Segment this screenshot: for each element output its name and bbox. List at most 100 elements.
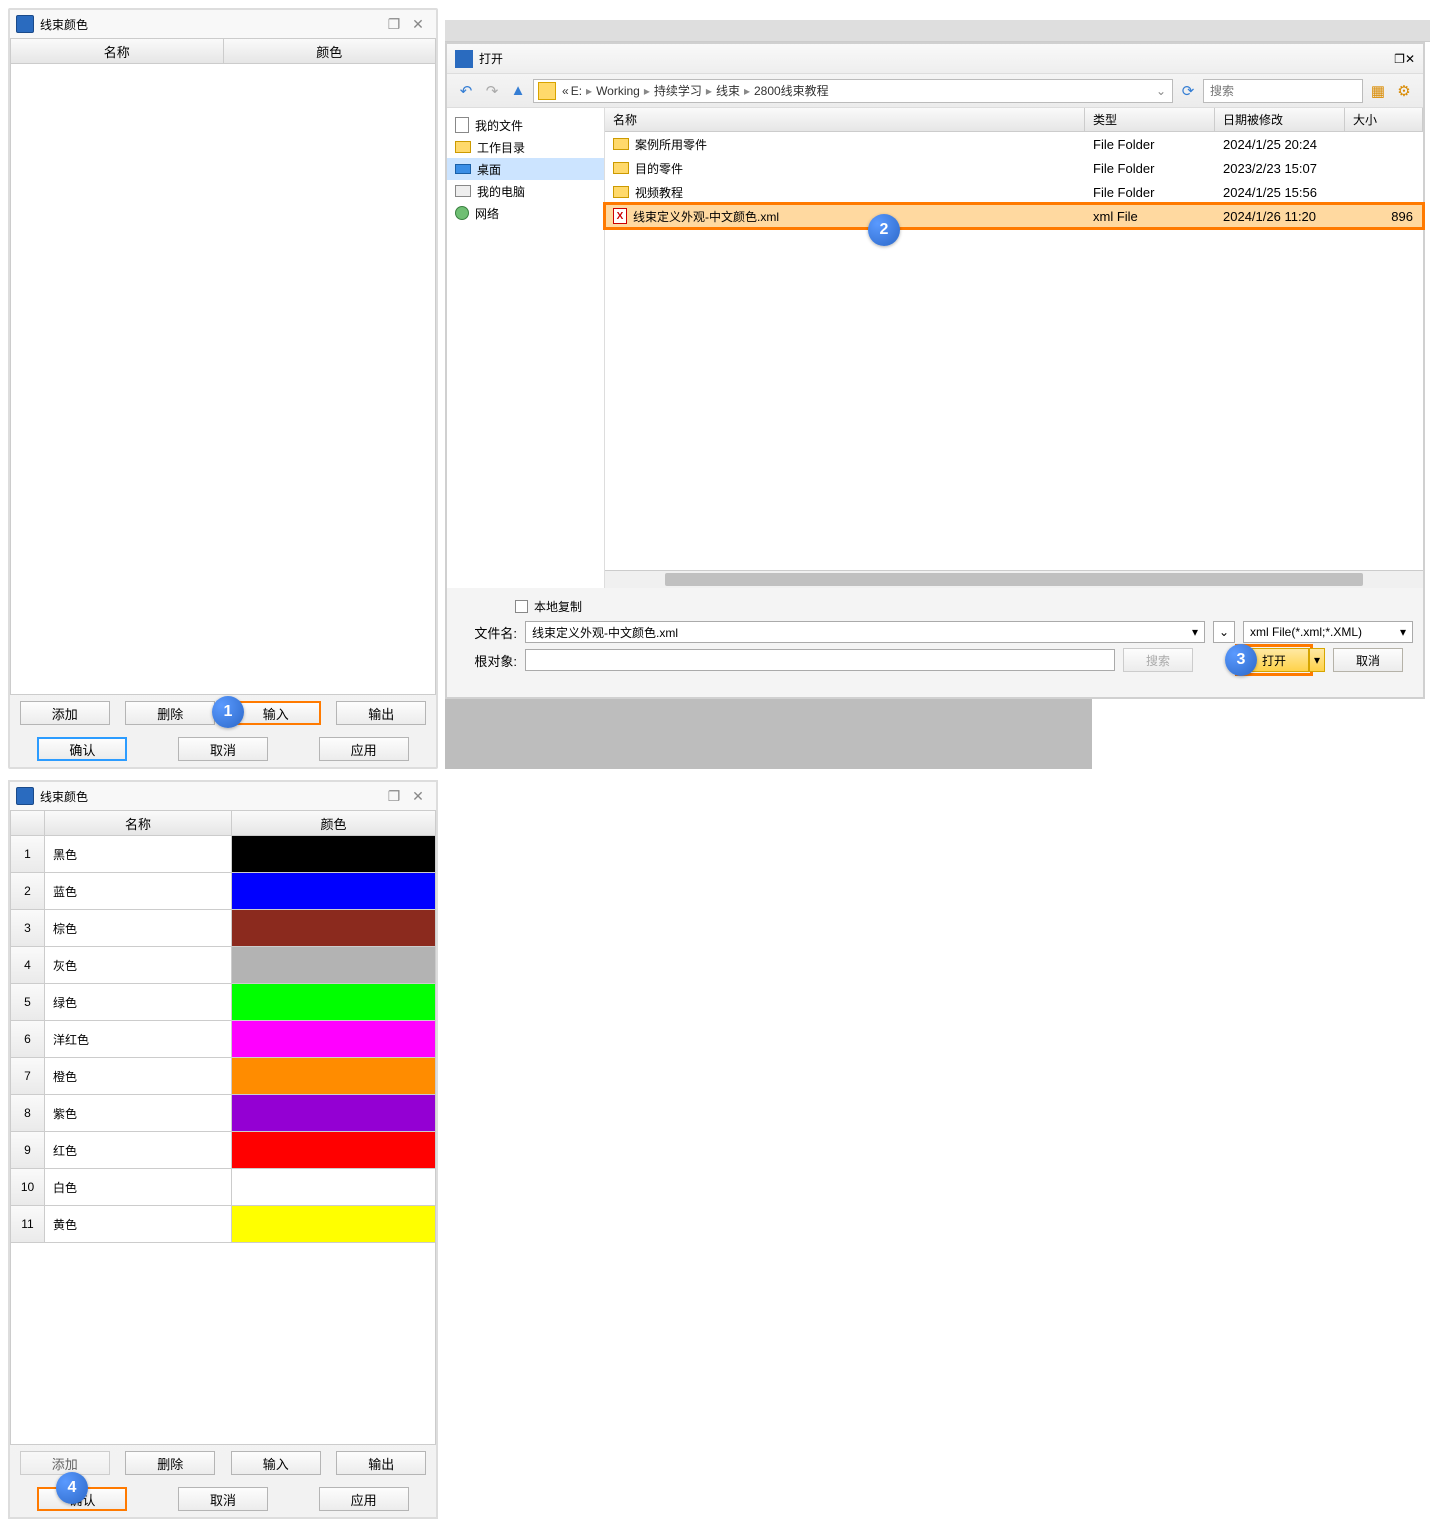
row-index: 3 (11, 910, 45, 946)
color-name: 橙色 (45, 1058, 232, 1094)
col-name[interactable]: 名称 (11, 39, 224, 63)
tree-item[interactable]: 我的文件 (447, 114, 604, 136)
settings-icon[interactable]: ⚙ (1393, 80, 1415, 102)
root-field[interactable] (525, 649, 1115, 671)
color-row[interactable]: 6洋红色 (11, 1021, 435, 1058)
color-name: 紫色 (45, 1095, 232, 1131)
row-index: 2 (11, 873, 45, 909)
color-row[interactable]: 11黄色 (11, 1206, 435, 1243)
crumb[interactable]: 线束 (716, 82, 740, 99)
pin-icon[interactable]: ❐ (1394, 52, 1405, 66)
tree-item[interactable]: 我的电脑 (447, 180, 604, 202)
filetype-filter[interactable]: xml File(*.xml;*.XML)▾ (1243, 621, 1413, 643)
file-type: xml File (1085, 209, 1215, 224)
delete-button[interactable]: 删除 (125, 701, 215, 725)
col-name[interactable]: 名称 (45, 811, 232, 835)
color-swatch[interactable] (232, 1058, 435, 1094)
color-swatch[interactable] (232, 873, 435, 909)
up-icon[interactable]: ▲ (507, 80, 529, 102)
row-index: 6 (11, 1021, 45, 1057)
color-row[interactable]: 8紫色 (11, 1095, 435, 1132)
breadcrumb[interactable]: « E:▸ Working▸ 持续学习▸ 线束▸ 2800线束教程 ⌄ (533, 79, 1173, 103)
annotation-badge-4: 4 (56, 1472, 88, 1504)
color-row[interactable]: 1黑色 (11, 836, 435, 873)
color-row[interactable]: 3棕色 (11, 910, 435, 947)
crumb[interactable]: 2800线束教程 (754, 82, 829, 99)
color-row[interactable]: 7橙色 (11, 1058, 435, 1095)
col-name[interactable]: 名称 (605, 108, 1085, 131)
local-copy-label: 本地复制 (534, 598, 582, 615)
import-button[interactable]: 输入 (231, 1451, 321, 1475)
export-button[interactable]: 输出 (336, 701, 426, 725)
close-icon[interactable]: ✕ (406, 16, 430, 33)
color-swatch[interactable] (232, 947, 435, 983)
tree-item[interactable]: 桌面 (447, 158, 604, 180)
color-swatch[interactable] (232, 1021, 435, 1057)
refresh-icon[interactable]: ⟳ (1177, 80, 1199, 102)
crumb[interactable]: 持续学习 (654, 82, 702, 99)
color-swatch[interactable] (232, 836, 435, 872)
horizontal-scrollbar[interactable] (605, 570, 1423, 588)
col-date[interactable]: 日期被修改 (1215, 108, 1345, 131)
file-row[interactable]: 视频教程File Folder2024/1/25 15:56 (605, 180, 1423, 204)
open-button-label: 打开 (1262, 652, 1286, 669)
color-row[interactable]: 2蓝色 (11, 873, 435, 910)
color-row[interactable]: 9红色 (11, 1132, 435, 1169)
apply-button[interactable]: 应用 (319, 737, 409, 761)
file-row[interactable]: X线束定义外观-中文颜色.xmlxml File2024/1/26 11:208… (605, 204, 1423, 228)
filename-field[interactable]: 线束定义外观-中文颜色.xml▾ (525, 621, 1205, 643)
tree-item[interactable]: 工作目录 (447, 136, 604, 158)
color-row[interactable]: 10白色 (11, 1169, 435, 1206)
row-index: 10 (11, 1169, 45, 1205)
ok-button[interactable]: 确认 (37, 737, 127, 761)
color-swatch[interactable] (232, 1132, 435, 1168)
import-button[interactable]: 输入 (231, 701, 321, 725)
add-button[interactable]: 添加 (20, 1451, 110, 1475)
annotation-badge-2: 2 (868, 214, 900, 246)
close-icon[interactable]: ✕ (406, 788, 430, 805)
panel-title-text: 线束颜色 (40, 788, 88, 805)
dialog-cancel-button[interactable]: 取消 (1333, 648, 1403, 672)
forward-icon[interactable]: ↷ (481, 80, 503, 102)
file-row[interactable]: 目的零件File Folder2023/2/23 15:07 (605, 156, 1423, 180)
harness-color-panel-empty: 线束颜色 ❐ ✕ 名称 颜色 添加 删除 输入 输出 确认 取消 应用 (8, 8, 438, 769)
color-swatch[interactable] (232, 910, 435, 946)
color-row[interactable]: 5绿色 (11, 984, 435, 1021)
file-row[interactable]: 案例所用零件File Folder2024/1/25 20:24 (605, 132, 1423, 156)
search-button[interactable]: 搜索 (1123, 648, 1193, 672)
tree-item[interactable]: 网络 (447, 202, 604, 224)
close-icon[interactable]: ✕ (1405, 52, 1415, 66)
file-type: File Folder (1085, 185, 1215, 200)
search-input[interactable] (1203, 79, 1363, 103)
color-swatch[interactable] (232, 984, 435, 1020)
col-type[interactable]: 类型 (1085, 108, 1215, 131)
cancel-button[interactable]: 取消 (178, 737, 268, 761)
delete-button[interactable]: 删除 (125, 1451, 215, 1475)
apply-button[interactable]: 应用 (319, 1487, 409, 1511)
row-index: 5 (11, 984, 45, 1020)
local-copy-checkbox[interactable] (515, 600, 528, 613)
export-button[interactable]: 输出 (336, 1451, 426, 1475)
col-color[interactable]: 颜色 (224, 39, 436, 63)
back-icon[interactable]: ↶ (455, 80, 477, 102)
pc-icon (455, 185, 471, 197)
open-button-dropdown[interactable]: ▾ (1309, 648, 1325, 672)
color-swatch[interactable] (232, 1169, 435, 1205)
color-swatch[interactable] (232, 1095, 435, 1131)
desktop-icon (455, 164, 471, 174)
color-swatch[interactable] (232, 1206, 435, 1242)
color-row[interactable]: 4灰色 (11, 947, 435, 984)
pin-icon[interactable]: ❐ (382, 788, 406, 805)
file-name: 线束定义外观-中文颜色.xml (633, 208, 779, 225)
filename-history-dropdown[interactable]: ⌄ (1213, 621, 1235, 643)
view-icon[interactable]: ▦ (1367, 80, 1389, 102)
open-file-dialog: 打开 ❐ ✕ ↶ ↷ ▲ « E:▸ Working▸ 持续学习▸ 线束▸ 28… (445, 42, 1425, 699)
cancel-button[interactable]: 取消 (178, 1487, 268, 1511)
crumb[interactable]: E: (571, 84, 582, 98)
col-size[interactable]: 大小 (1345, 108, 1423, 131)
pin-icon[interactable]: ❐ (382, 16, 406, 33)
col-color[interactable]: 颜色 (232, 811, 435, 835)
folder-icon (538, 82, 556, 100)
add-button[interactable]: 添加 (20, 701, 110, 725)
crumb[interactable]: Working (596, 84, 640, 98)
